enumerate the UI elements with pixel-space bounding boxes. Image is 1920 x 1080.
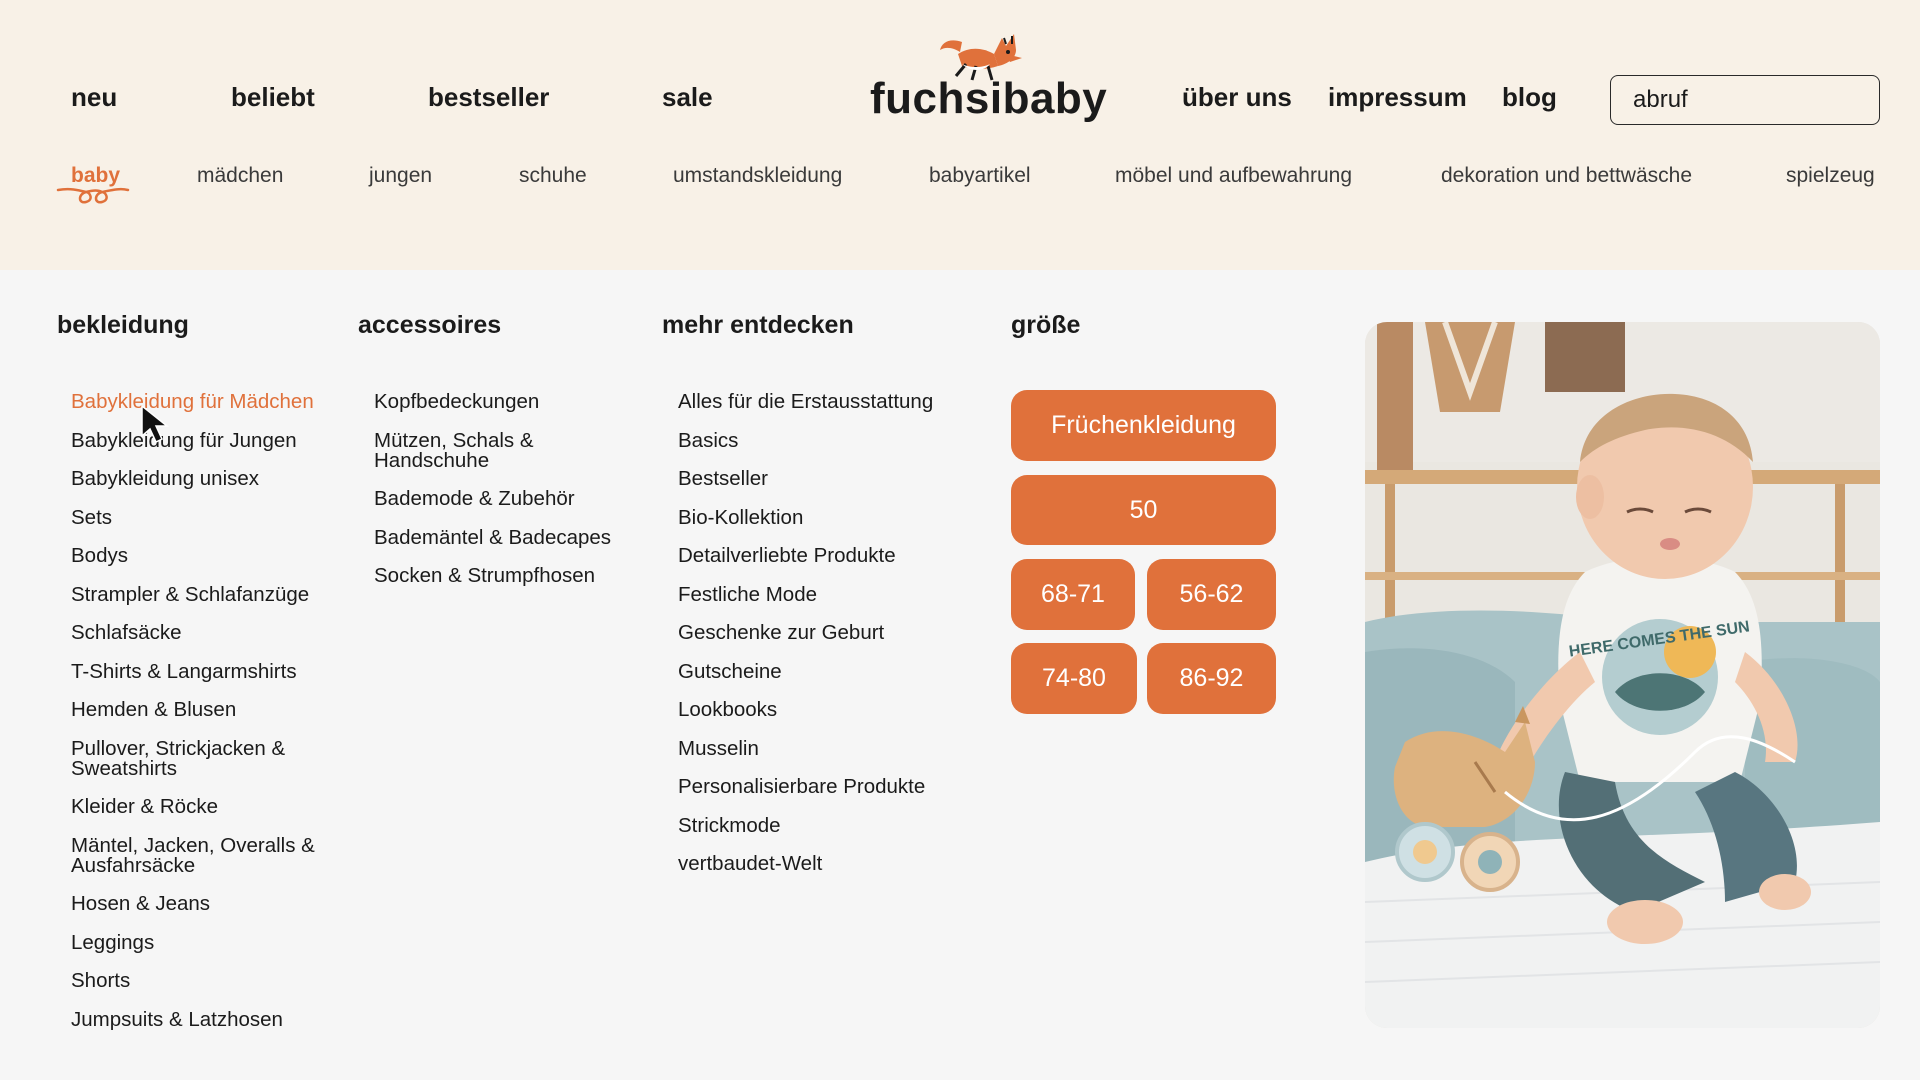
list-item[interactable]: Bodys bbox=[71, 545, 351, 566]
mehr-entdecken-list: Alles für die Erstausstattung Basics Bes… bbox=[678, 391, 978, 893]
list-item[interactable]: vertbaudet-Welt bbox=[678, 853, 978, 874]
list-item[interactable]: Mützen, Schals & Handschuhe bbox=[374, 430, 574, 471]
list-item[interactable]: Socken & Strumpfhosen bbox=[374, 565, 654, 586]
column-title-groesse: größe bbox=[1011, 311, 1081, 339]
category-dekoration[interactable]: dekoration und bettwäsche bbox=[1441, 164, 1692, 188]
list-item[interactable]: Detailverliebte Produkte bbox=[678, 545, 978, 566]
nav-neu[interactable]: neu bbox=[71, 82, 117, 113]
list-item[interactable]: Jumpsuits & Latzhosen bbox=[71, 1009, 351, 1030]
nav-beliebt[interactable]: beliebt bbox=[231, 82, 315, 113]
list-item[interactable]: Hosen & Jeans bbox=[71, 893, 351, 914]
list-item[interactable]: Babykleidung für Mädchen bbox=[71, 391, 351, 412]
size-button-74-80[interactable]: 74-80 bbox=[1011, 643, 1137, 714]
size-button-50[interactable]: 50 bbox=[1011, 475, 1276, 545]
column-title-mehr-entdecken: mehr entdecken bbox=[662, 311, 854, 339]
list-item[interactable]: Personalisierbare Produkte bbox=[678, 776, 978, 797]
accessoires-list: Kopfbedeckungen Mützen, Schals & Handsch… bbox=[374, 391, 654, 605]
category-schuhe[interactable]: schuhe bbox=[519, 164, 587, 188]
list-item[interactable]: Strampler & Schlafanzüge bbox=[71, 584, 351, 605]
size-button-fruechenkleidung[interactable]: Früchenkleidung bbox=[1011, 390, 1276, 461]
list-item[interactable]: Alles für die Erstausstattung bbox=[678, 391, 978, 412]
list-item[interactable]: Babykleidung für Jungen bbox=[71, 430, 351, 451]
list-item[interactable]: Bio-Kollektion bbox=[678, 507, 978, 528]
list-item[interactable]: Shorts bbox=[71, 970, 351, 991]
size-button-86-92[interactable]: 86-92 bbox=[1147, 643, 1276, 714]
size-button-68-71[interactable]: 68-71 bbox=[1011, 559, 1135, 630]
list-item[interactable]: Mäntel, Jacken, Overalls & Ausfahrsäcke bbox=[71, 835, 341, 876]
search-input[interactable] bbox=[1633, 86, 1920, 114]
search-box[interactable] bbox=[1610, 75, 1920, 125]
category-umstandskleidung[interactable]: umstandskleidung bbox=[673, 164, 842, 188]
list-item[interactable]: Musselin bbox=[678, 738, 978, 759]
category-jungen[interactable]: jungen bbox=[369, 164, 432, 188]
list-item[interactable]: Basics bbox=[678, 430, 978, 451]
bekleidung-list: Babykleidung für Mädchen Babykleidung fü… bbox=[71, 391, 351, 1048]
nav-blog[interactable]: blog bbox=[1502, 82, 1557, 113]
list-item[interactable]: Geschenke zur Geburt bbox=[678, 622, 978, 643]
list-item[interactable]: Bestseller bbox=[678, 468, 978, 489]
nav-sale[interactable]: sale bbox=[662, 82, 713, 113]
list-item[interactable]: Lookbooks bbox=[678, 699, 978, 720]
active-category-swirl-icon bbox=[56, 187, 130, 204]
category-maedchen[interactable]: mädchen bbox=[197, 164, 283, 188]
column-title-bekleidung: bekleidung bbox=[57, 311, 189, 339]
list-item[interactable]: Hemden & Blusen bbox=[71, 699, 351, 720]
header-cloud-edge bbox=[0, 205, 1920, 256]
logo[interactable]: fuchsibaby bbox=[870, 24, 1108, 124]
list-item[interactable]: Strickmode bbox=[678, 815, 978, 836]
list-item[interactable]: Festliche Mode bbox=[678, 584, 978, 605]
category-babyartikel[interactable]: babyartikel bbox=[929, 164, 1031, 188]
nav-impressum[interactable]: impressum bbox=[1328, 82, 1467, 113]
nav-bestseller[interactable]: bestseller bbox=[428, 82, 549, 113]
list-item[interactable]: Babykleidung unisex bbox=[71, 468, 351, 489]
mouse-cursor-icon bbox=[141, 404, 170, 444]
list-item[interactable]: Gutscheine bbox=[678, 661, 978, 682]
list-item[interactable]: Kleider & Röcke bbox=[71, 796, 351, 817]
list-item[interactable]: Schlafsäcke bbox=[71, 622, 351, 643]
list-item[interactable]: Pullover, Strickjacken & Sweatshirts bbox=[71, 738, 311, 779]
list-item[interactable]: Bademäntel & Badecapes bbox=[374, 527, 654, 548]
baby-photo-illustration: HERE COMES THE SUN bbox=[1365, 322, 1880, 1028]
promo-image[interactable]: HERE COMES THE SUN bbox=[1365, 322, 1880, 1028]
size-button-56-62[interactable]: 56-62 bbox=[1147, 559, 1276, 630]
nav-ueber-uns[interactable]: über uns bbox=[1182, 82, 1292, 113]
list-item[interactable]: Leggings bbox=[71, 932, 351, 953]
category-moebel[interactable]: möbel und aufbewahrung bbox=[1115, 164, 1352, 188]
column-title-accessoires: accessoires bbox=[358, 311, 502, 339]
list-item[interactable]: T-Shirts & Langarmshirts bbox=[71, 661, 351, 682]
list-item[interactable]: Kopfbedeckungen bbox=[374, 391, 654, 412]
brand-name: fuchsibaby bbox=[870, 74, 1108, 123]
list-item[interactable]: Bademode & Zubehör bbox=[374, 488, 654, 509]
list-item[interactable]: Sets bbox=[71, 507, 351, 528]
category-spielzeug[interactable]: spielzeug bbox=[1786, 164, 1875, 188]
